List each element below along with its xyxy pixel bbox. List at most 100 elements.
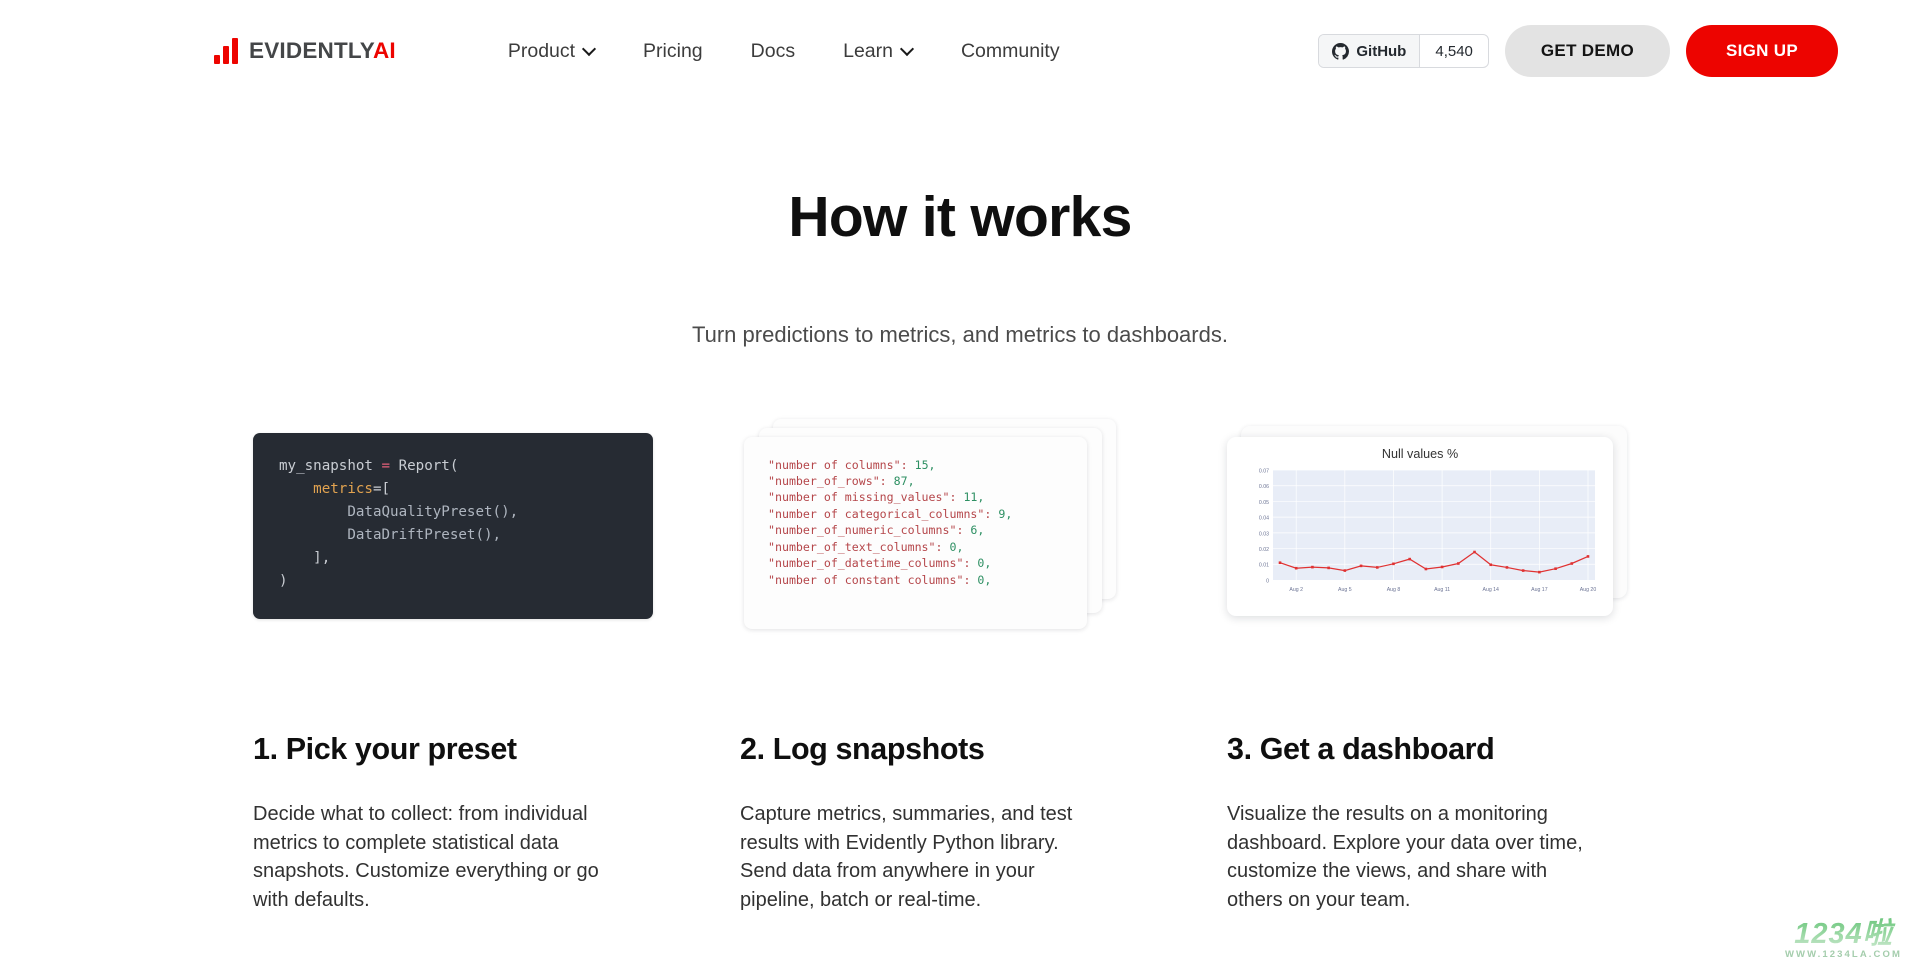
chart-data-point bbox=[1489, 563, 1492, 566]
code-close-paren: ) bbox=[279, 573, 288, 589]
json-line: "number of columns": 15, bbox=[768, 457, 1071, 473]
sign-up-button[interactable]: SIGN UP bbox=[1686, 25, 1838, 77]
chart-title: Null values % bbox=[1239, 447, 1601, 461]
get-demo-button[interactable]: GET DEMO bbox=[1505, 25, 1670, 77]
chevron-down-icon bbox=[584, 44, 595, 55]
logo-text-accent: AI bbox=[373, 38, 396, 63]
github-star-badge[interactable]: GitHub 4,540 bbox=[1318, 34, 1489, 68]
nav-item-pricing[interactable]: Pricing bbox=[619, 30, 727, 73]
json-snapshot-content: "number of columns": 15,"number_of_rows"… bbox=[744, 437, 1087, 629]
step-card-1: my_snapshot = Report( metrics=[ DataQual… bbox=[253, 410, 740, 914]
chart-data-point bbox=[1425, 568, 1428, 571]
chart-ytick-label: 0 bbox=[1266, 578, 1269, 584]
code-preset-1: DataQualityPreset(), bbox=[347, 504, 518, 520]
chart-data-point bbox=[1408, 558, 1411, 561]
chart-data-point bbox=[1554, 567, 1557, 570]
step-card-2: "number of columns": 15,"number_of_rows"… bbox=[740, 410, 1227, 914]
code-preset-2: DataDriftPreset(), bbox=[347, 527, 501, 543]
json-value: 0, bbox=[977, 573, 991, 587]
json-line: "number_of_datetime_columns": 0, bbox=[768, 555, 1071, 571]
chart-data-point bbox=[1360, 565, 1363, 568]
step-3-heading: 3. Get a dashboard bbox=[1227, 732, 1714, 767]
chart-ytick-label: 0.06 bbox=[1259, 484, 1269, 490]
json-value: 87, bbox=[894, 474, 915, 488]
nav-label-docs: Docs bbox=[751, 40, 795, 63]
hero-section: How it works Turn predictions to metrics… bbox=[0, 102, 1920, 348]
code-kwarg: metrics bbox=[313, 481, 373, 497]
json-key: "number_of_rows": bbox=[768, 474, 894, 488]
github-badge-label: GitHub bbox=[1319, 35, 1420, 67]
logo[interactable]: EVIDENTLYAI bbox=[214, 38, 396, 64]
json-line: "number of missing_values": 11, bbox=[768, 489, 1071, 505]
json-key: "number_of_datetime_columns": bbox=[768, 556, 977, 570]
json-key: "number_of_text_columns": bbox=[768, 540, 949, 554]
json-key: "number of columns": bbox=[768, 458, 915, 472]
nav-label-product: Product bbox=[508, 40, 575, 63]
code-close-bracket: ], bbox=[313, 550, 330, 566]
chart-ytick-label: 0.02 bbox=[1259, 547, 1269, 553]
snapshot-card-stack: "number of columns": 15,"number_of_rows"… bbox=[740, 419, 1120, 634]
nav-item-product[interactable]: Product bbox=[484, 30, 619, 73]
chart-plot-background bbox=[1273, 470, 1595, 580]
dashboard-card-stack: Null values % 0.070.060.050.040.030.020.… bbox=[1227, 426, 1627, 626]
json-value: 15, bbox=[915, 458, 936, 472]
chart-data-point bbox=[1506, 566, 1509, 569]
nav-label-community: Community bbox=[961, 40, 1060, 63]
chart-xtick-label: Aug 2 bbox=[1289, 587, 1303, 593]
json-line: "number of constant columns": 0, bbox=[768, 572, 1071, 588]
logo-text: EVIDENTLYAI bbox=[249, 38, 396, 64]
step-2-body: Capture metrics, summaries, and test res… bbox=[740, 800, 1100, 914]
null-values-chart: 0.070.060.050.040.030.020.010Aug 2Aug 5A… bbox=[1239, 464, 1601, 602]
nav-item-docs[interactable]: Docs bbox=[727, 30, 819, 73]
json-value: 0, bbox=[977, 556, 991, 570]
json-value: 11, bbox=[963, 490, 984, 504]
nav-item-learn[interactable]: Learn bbox=[819, 30, 937, 73]
code-operator: = bbox=[373, 458, 399, 474]
chart-data-point bbox=[1311, 566, 1314, 569]
chart-data-point bbox=[1295, 567, 1298, 570]
chart-xtick-label: Aug 17 bbox=[1531, 587, 1548, 593]
chevron-down-icon bbox=[902, 44, 913, 55]
logo-bars-icon bbox=[214, 38, 238, 64]
chart-data-point bbox=[1344, 569, 1347, 572]
page-title: How it works bbox=[0, 184, 1920, 250]
json-key: "number of missing_values": bbox=[768, 490, 963, 504]
chart-xtick-label: Aug 5 bbox=[1338, 587, 1352, 593]
github-star-count: 4,540 bbox=[1420, 35, 1488, 67]
step-1-visual: my_snapshot = Report( metrics=[ DataQual… bbox=[253, 410, 740, 642]
step-1-body: Decide what to collect: from individual … bbox=[253, 800, 613, 914]
github-label-text: GitHub bbox=[1356, 43, 1406, 60]
github-icon bbox=[1332, 43, 1349, 60]
nav-item-community[interactable]: Community bbox=[937, 30, 1084, 73]
code-var: my_snapshot bbox=[279, 458, 373, 474]
nav-label-learn: Learn bbox=[843, 40, 893, 63]
watermark-url: WWW.1234LA.COM bbox=[1785, 949, 1902, 960]
chart-ytick-label: 0.01 bbox=[1259, 563, 1269, 569]
step-card-3: Null values % 0.070.060.050.040.030.020.… bbox=[1227, 410, 1714, 914]
logo-text-main: EVIDENTLY bbox=[249, 38, 373, 63]
json-line: "number of categorical_columns": 9, bbox=[768, 506, 1071, 522]
code-call: Report( bbox=[399, 458, 459, 474]
watermark: 1234啦 WWW.1234LA.COM bbox=[1785, 910, 1902, 960]
nav-label-pricing: Pricing bbox=[643, 40, 703, 63]
chart-data-point bbox=[1473, 551, 1476, 554]
step-3-visual: Null values % 0.070.060.050.040.030.020.… bbox=[1227, 410, 1714, 642]
code-kwarg-rest: =[ bbox=[373, 481, 390, 497]
step-1-heading: 1. Pick your preset bbox=[253, 732, 740, 767]
json-value: 9, bbox=[998, 507, 1012, 521]
chart-ytick-label: 0.07 bbox=[1259, 468, 1269, 474]
chart-xtick-label: Aug 8 bbox=[1387, 587, 1401, 593]
chart-data-point bbox=[1327, 567, 1330, 570]
chart-xtick-label: Aug 20 bbox=[1580, 587, 1597, 593]
dashboard-sheet-front: Null values % 0.070.060.050.040.030.020.… bbox=[1227, 437, 1613, 616]
chart-data-point bbox=[1457, 562, 1460, 565]
main-nav: Product Pricing Docs Learn Community bbox=[484, 30, 1084, 73]
chart-data-point bbox=[1570, 562, 1573, 565]
watermark-logo: 1234啦 bbox=[1785, 910, 1902, 952]
page-root: EVIDENTLYAI Product Pricing Docs Learn C… bbox=[0, 0, 1920, 970]
chart-ytick-label: 0.05 bbox=[1259, 500, 1269, 506]
step-3-body: Visualize the results on a monitoring da… bbox=[1227, 800, 1587, 914]
json-line: "number_of_text_columns": 0, bbox=[768, 539, 1071, 555]
chart-svg: 0.070.060.050.040.030.020.010Aug 2Aug 5A… bbox=[1239, 464, 1601, 602]
step-2-heading: 2. Log snapshots bbox=[740, 732, 1227, 767]
